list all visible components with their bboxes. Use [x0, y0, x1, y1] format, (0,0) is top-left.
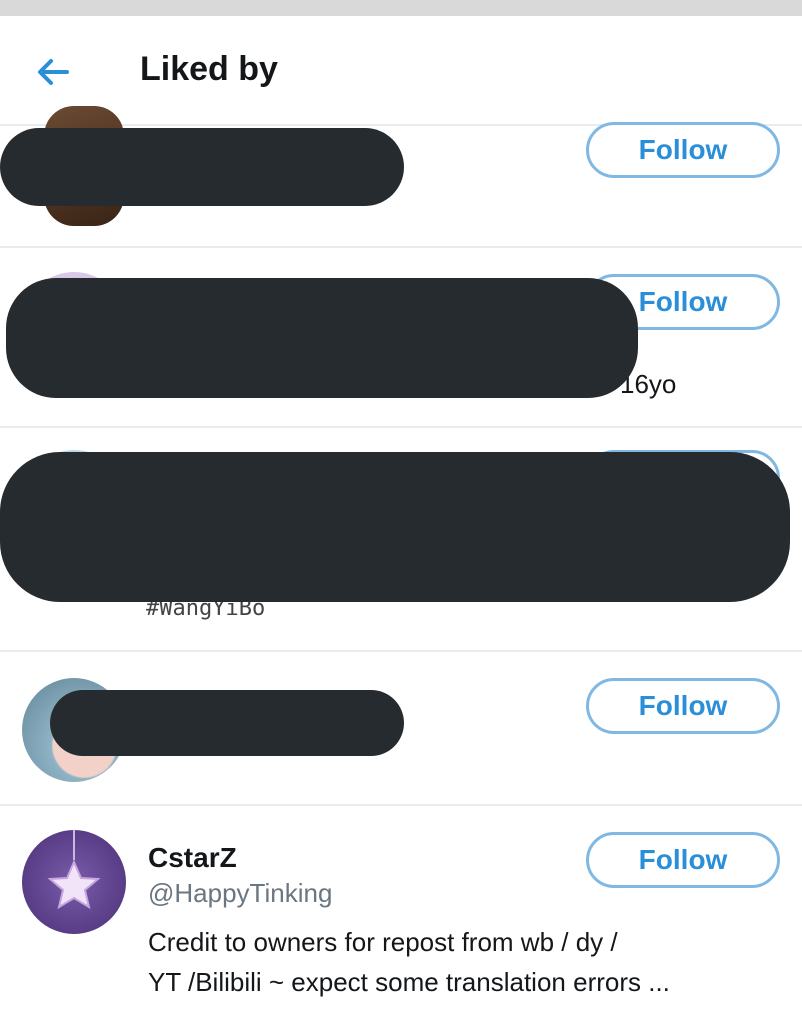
- user-row[interactable]: Follow 16yo: [0, 248, 802, 428]
- redaction-bar: [0, 452, 790, 602]
- user-name[interactable]: CstarZ: [148, 842, 237, 874]
- user-row[interactable]: Follow: [0, 652, 802, 806]
- redaction-bar: [50, 690, 404, 756]
- user-bio: Credit to owners for repost from wb / dy…: [148, 927, 618, 957]
- star-lamp-icon: [47, 830, 101, 910]
- arrow-left-icon: [38, 59, 69, 85]
- user-bio: YT /Bilibili ~ expect some translation e…: [148, 967, 670, 997]
- user-row[interactable]: #WangYiBo: [0, 428, 802, 652]
- avatar[interactable]: [22, 830, 126, 934]
- redaction-bar: [0, 128, 404, 206]
- user-row[interactable]: Follow: [0, 106, 802, 248]
- user-row[interactable]: CstarZ @HappyTinking Follow Credit to ow…: [0, 806, 802, 1024]
- top-app-bar: Liked by: [0, 16, 802, 126]
- status-bar: [0, 0, 802, 16]
- follow-button[interactable]: Follow: [586, 122, 780, 178]
- back-button[interactable]: [30, 52, 76, 92]
- follow-button[interactable]: Follow: [586, 832, 780, 888]
- redaction-bar: [6, 278, 638, 398]
- follow-button[interactable]: Follow: [586, 678, 780, 734]
- page-title: Liked by: [140, 50, 278, 88]
- user-handle[interactable]: @HappyTinking: [148, 878, 332, 909]
